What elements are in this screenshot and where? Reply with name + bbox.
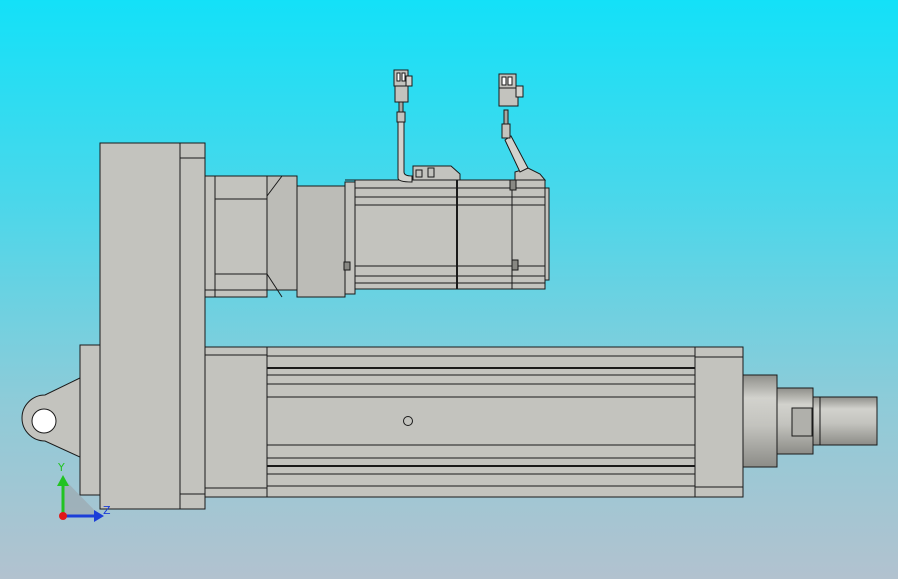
y-axis-arrowhead [57, 475, 69, 486]
front-end-cap[interactable] [694, 346, 744, 498]
servo-motor[interactable] [354, 165, 550, 290]
y-axis-label: Y [57, 461, 65, 474]
cad-viewport[interactable]: Y Z [0, 0, 898, 579]
piston-rod[interactable] [812, 396, 878, 446]
encoder-cable[interactable] [393, 69, 413, 183]
z-axis-label: Z [103, 504, 111, 517]
model-canvas[interactable]: Y Z [0, 0, 898, 579]
actuator-main-body[interactable] [204, 346, 696, 498]
x-axis-dot [59, 512, 67, 520]
belt-drive-housing[interactable] [99, 142, 206, 510]
linear-actuator-model[interactable] [21, 69, 878, 510]
motor-adapter-flange[interactable] [204, 175, 356, 298]
power-cable[interactable] [498, 73, 529, 173]
rod-bushing[interactable] [742, 374, 814, 468]
